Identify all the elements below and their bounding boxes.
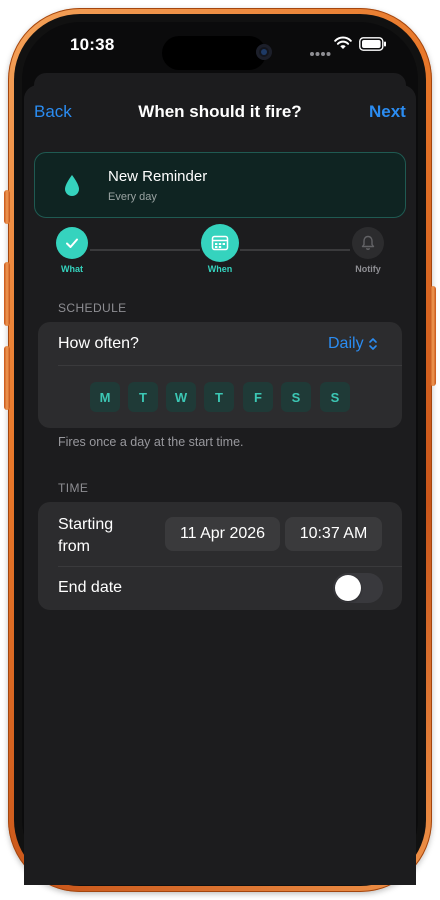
checkmark-icon xyxy=(66,238,78,248)
step-notify[interactable] xyxy=(352,227,384,259)
end-date-label: End date xyxy=(58,579,123,596)
volume-up-button xyxy=(4,262,10,326)
day-chip-sat[interactable]: S xyxy=(281,382,311,412)
volume-down-button xyxy=(4,346,10,410)
reminder-title: New Reminder xyxy=(108,168,208,185)
time-header: TIME xyxy=(58,481,89,495)
starting-label-line2: from xyxy=(58,538,90,555)
next-button[interactable]: Next xyxy=(369,102,406,122)
day-chip-thu[interactable]: T xyxy=(204,382,234,412)
power-button xyxy=(430,286,436,386)
frequency-picker[interactable]: Daily xyxy=(328,335,378,353)
step-when-label: When xyxy=(207,264,233,274)
row-divider xyxy=(58,566,402,567)
day-chip-sun[interactable]: S xyxy=(320,382,350,412)
time-picker-button[interactable]: 10:37 AM xyxy=(285,517,382,551)
schedule-header: SCHEDULE xyxy=(58,301,127,315)
stepper-connector xyxy=(90,249,200,251)
dynamic-island xyxy=(162,36,266,70)
step-what-label: What xyxy=(61,264,83,274)
camera-icon xyxy=(256,44,272,60)
reminder-subtitle: Every day xyxy=(108,191,157,203)
frequency-value: Daily xyxy=(328,335,364,352)
step-notify-label: Notify xyxy=(355,264,381,274)
wifi-icon xyxy=(334,36,352,50)
bell-icon xyxy=(361,235,375,250)
action-button xyxy=(4,190,10,224)
day-chip-fri[interactable]: F xyxy=(243,382,273,412)
step-when[interactable] xyxy=(201,224,239,262)
battery-icon xyxy=(359,37,387,51)
starting-label-line1: Starting xyxy=(58,516,114,533)
frequency-label: How often? xyxy=(58,335,139,352)
day-chip-wed[interactable]: W xyxy=(166,382,196,412)
step-what[interactable] xyxy=(56,227,88,259)
day-chip-mon[interactable]: M xyxy=(90,382,120,412)
reminder-card xyxy=(34,152,406,218)
starting-from-label: Starting from xyxy=(58,514,113,558)
status-time: 10:38 xyxy=(70,35,115,54)
date-picker-button[interactable]: 11 Apr 2026 xyxy=(165,517,280,551)
chevron-up-down-icon xyxy=(368,338,377,350)
row-divider xyxy=(58,365,402,366)
day-chip-tue[interactable]: T xyxy=(128,382,158,412)
schedule-footnote: Fires once a day at the start time. xyxy=(58,435,244,449)
calendar-icon xyxy=(211,235,229,251)
end-date-toggle[interactable] xyxy=(333,573,383,603)
cellular-signal-icon xyxy=(309,44,331,56)
toggle-knob xyxy=(335,575,361,601)
stepper-connector xyxy=(240,249,350,251)
water-drop-icon xyxy=(63,174,81,198)
